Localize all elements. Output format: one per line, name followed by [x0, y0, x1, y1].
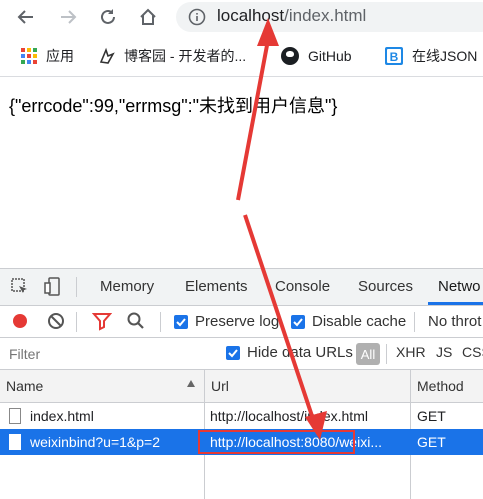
annotation-arrow-up-head: [257, 18, 279, 46]
annotation-arrow-down: [243, 214, 317, 426]
annotation-arrow-up: [236, 39, 270, 201]
annotation-arrow-down-head: [305, 411, 327, 440]
annotation-arrows: [236, 18, 327, 440]
